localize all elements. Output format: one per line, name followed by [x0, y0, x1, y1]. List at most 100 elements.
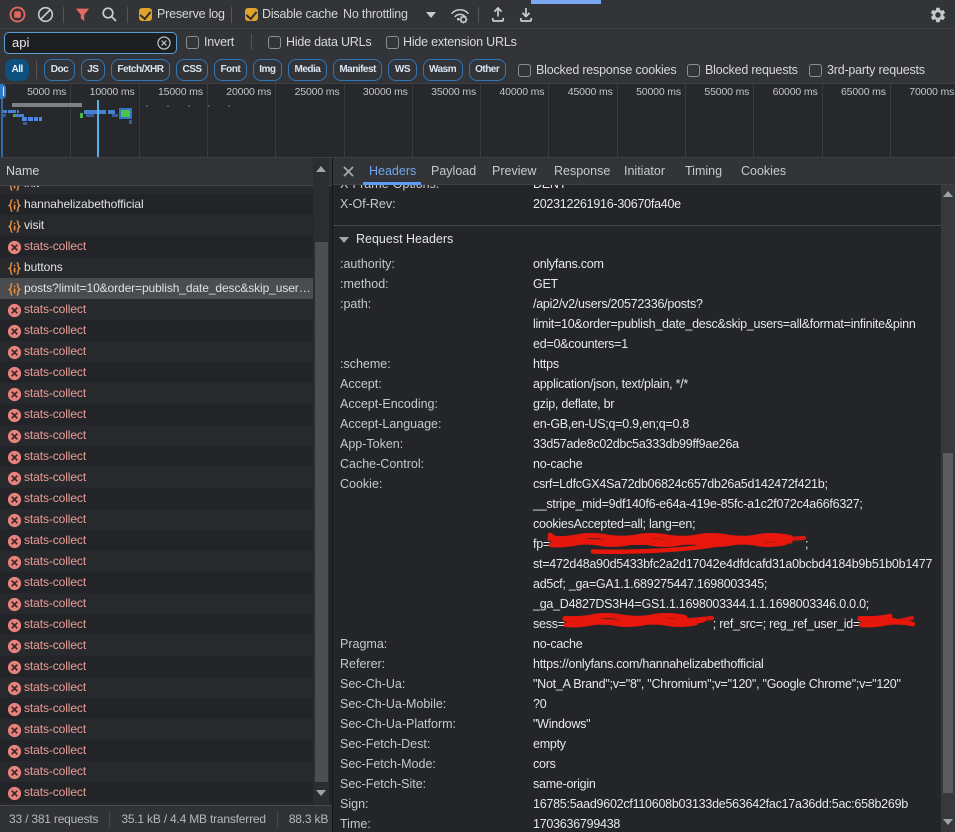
scroll-down-icon[interactable]	[943, 819, 953, 825]
export-har-button[interactable]	[517, 0, 534, 29]
overview-left-handle[interactable]	[0, 84, 6, 99]
import-har-button[interactable]	[489, 0, 506, 29]
details-scrollbar-thumb[interactable]	[943, 453, 953, 793]
throttling-select[interactable]: No throttling	[343, 0, 408, 29]
overview-bar	[188, 105, 190, 107]
request-row-hannahelizabethofficial[interactable]: hannahelizabethofficial	[0, 194, 313, 215]
filter-button[interactable]	[74, 0, 91, 29]
headers-content[interactable]: X-Frame-Options:DENYX-Of-Rev:20231226191…	[333, 185, 941, 832]
clear-network-log-button[interactable]	[36, 0, 54, 29]
3rd-party-requests-checkbox[interactable]	[809, 64, 822, 77]
request-row-stats-collect[interactable]: stats-collect	[0, 614, 313, 635]
blocked-response-cookies-label[interactable]: Blocked response cookies	[536, 56, 676, 84]
network-conditions-button[interactable]	[449, 0, 471, 29]
throttling-caret-icon[interactable]	[426, 12, 436, 18]
request-headers-section[interactable]: Request Headers	[333, 225, 941, 252]
request-row-stats-collect[interactable]: stats-collect	[0, 635, 313, 656]
hide-extension-urls-label[interactable]: Hide extension URLs	[403, 29, 517, 56]
type-filter-pill-doc[interactable]: Doc	[44, 59, 74, 81]
preserve-log-checkbox[interactable]	[139, 8, 152, 21]
request-row-stats-collect[interactable]: stats-collect	[0, 236, 313, 257]
blocked-response-cookies-checkbox[interactable]	[518, 64, 531, 77]
invert-checkbox[interactable]	[186, 36, 199, 49]
scroll-up-icon[interactable]	[943, 191, 953, 197]
request-row-stats-collect[interactable]: stats-collect	[0, 299, 313, 320]
request-name: stats-collect	[24, 365, 313, 379]
clear-filter-icon[interactable]	[157, 36, 171, 50]
details-scrollbar[interactable]	[941, 185, 955, 832]
request-row-init[interactable]: init	[0, 186, 313, 194]
requests-scrollbar[interactable]	[313, 158, 329, 805]
request-row-posts[interactable]: posts?limit=10&order=publish_date_desc&s…	[0, 278, 313, 299]
request-row-stats-collect[interactable]: stats-collect	[0, 740, 313, 761]
request-row-stats-collect[interactable]: stats-collect	[0, 698, 313, 719]
request-row-stats-collect[interactable]: stats-collect	[0, 509, 313, 530]
request-row-stats-collect[interactable]: stats-collect	[0, 782, 313, 803]
tab-cookies[interactable]: Cookies	[741, 158, 786, 185]
request-row-stats-collect[interactable]: stats-collect	[0, 320, 313, 341]
scroll-down-icon[interactable]	[316, 790, 326, 796]
header-value: application/json, text/plain, */*	[533, 374, 941, 394]
request-row-stats-collect[interactable]: stats-collect	[0, 677, 313, 698]
type-filter-pill-font[interactable]: Font	[214, 59, 247, 81]
tab-payload[interactable]: Payload	[431, 158, 476, 185]
type-filter-pill-js[interactable]: JS	[81, 59, 105, 81]
type-filter-pill-wasm[interactable]: Wasm	[423, 59, 463, 81]
blocked-requests-checkbox[interactable]	[687, 64, 700, 77]
type-filter-pill-ws[interactable]: WS	[388, 59, 416, 81]
filter-input[interactable]	[5, 33, 157, 53]
hide-extension-urls-checkbox[interactable]	[386, 36, 399, 49]
request-row-stats-collect[interactable]: stats-collect	[0, 341, 313, 362]
type-filter-pill-other[interactable]: Other	[469, 59, 506, 81]
request-row-stats-collect[interactable]: stats-collect	[0, 404, 313, 425]
request-row-stats-collect[interactable]: stats-collect	[0, 362, 313, 383]
network-overview-timeline[interactable]: 5000 ms10000 ms15000 ms20000 ms25000 ms3…	[0, 84, 955, 158]
tab-response[interactable]: Response	[554, 158, 610, 185]
request-row-stats-collect[interactable]: stats-collect	[0, 383, 313, 404]
request-row-stats-collect[interactable]: stats-collect	[0, 488, 313, 509]
disable-cache-checkbox[interactable]	[245, 8, 258, 21]
tab-timing[interactable]: Timing	[685, 158, 722, 185]
close-details-button[interactable]	[341, 164, 356, 179]
request-row-stats-collect[interactable]: stats-collect	[0, 761, 313, 782]
header-value-text: gzip, deflate, br	[533, 397, 614, 411]
3rd-party-requests-label[interactable]: 3rd-party requests	[827, 56, 925, 84]
request-row-buttons[interactable]: buttons	[0, 257, 313, 278]
type-filter-pill-img[interactable]: Img	[253, 59, 282, 81]
request-row-stats-collect[interactable]: stats-collect	[0, 530, 313, 551]
settings-button[interactable]	[928, 0, 948, 29]
request-row-visit[interactable]: visit	[0, 215, 313, 236]
request-row-stats-collect[interactable]: stats-collect	[0, 446, 313, 467]
tab-initiator[interactable]: Initiator	[624, 158, 665, 185]
record-network-log-button[interactable]	[8, 0, 26, 29]
record-icon	[9, 6, 26, 23]
request-row-stats-collect[interactable]: stats-collect	[0, 572, 313, 593]
requests-scrollbar-thumb[interactable]	[315, 242, 328, 782]
type-filter-pill-all[interactable]: All	[5, 59, 29, 81]
request-row-stats-collect[interactable]: stats-collect	[0, 467, 313, 488]
type-filter-pill-manifest[interactable]: Manifest	[333, 59, 383, 81]
request-row-stats-collect[interactable]: stats-collect	[0, 551, 313, 572]
request-name: visit	[24, 218, 313, 232]
hide-data-urls-checkbox[interactable]	[268, 36, 281, 49]
type-filter-pill-css[interactable]: CSS	[176, 59, 208, 81]
invert-label[interactable]: Invert	[204, 29, 234, 56]
name-column-header[interactable]: Name	[0, 158, 332, 186]
scroll-up-icon[interactable]	[316, 166, 326, 172]
request-row-stats-collect[interactable]: stats-collect	[0, 593, 313, 614]
search-button[interactable]	[100, 0, 118, 29]
disable-cache-label[interactable]: Disable cache	[262, 0, 338, 29]
preserve-log-label[interactable]: Preserve log	[157, 0, 225, 29]
request-row-stats-collect[interactable]: stats-collect	[0, 425, 313, 446]
header-row-sign: Sign:16785:5aad9602cf110608b03133de56364…	[333, 794, 941, 814]
type-filter-pill-fetch-xhr[interactable]: Fetch/XHR	[111, 59, 170, 81]
request-row-stats-collect[interactable]: stats-collect	[0, 719, 313, 740]
hide-data-urls-label[interactable]: Hide data URLs	[286, 29, 371, 56]
type-filter-pill-media[interactable]: Media	[288, 59, 327, 81]
request-row-stats-collect[interactable]: stats-collect	[0, 656, 313, 677]
blocked-requests-label[interactable]: Blocked requests	[705, 56, 798, 84]
tab-preview[interactable]: Preview	[492, 158, 536, 185]
disclosure-triangle-icon[interactable]	[339, 237, 349, 243]
request-failed-icon	[7, 303, 20, 316]
tab-headers[interactable]: Headers	[369, 158, 416, 185]
